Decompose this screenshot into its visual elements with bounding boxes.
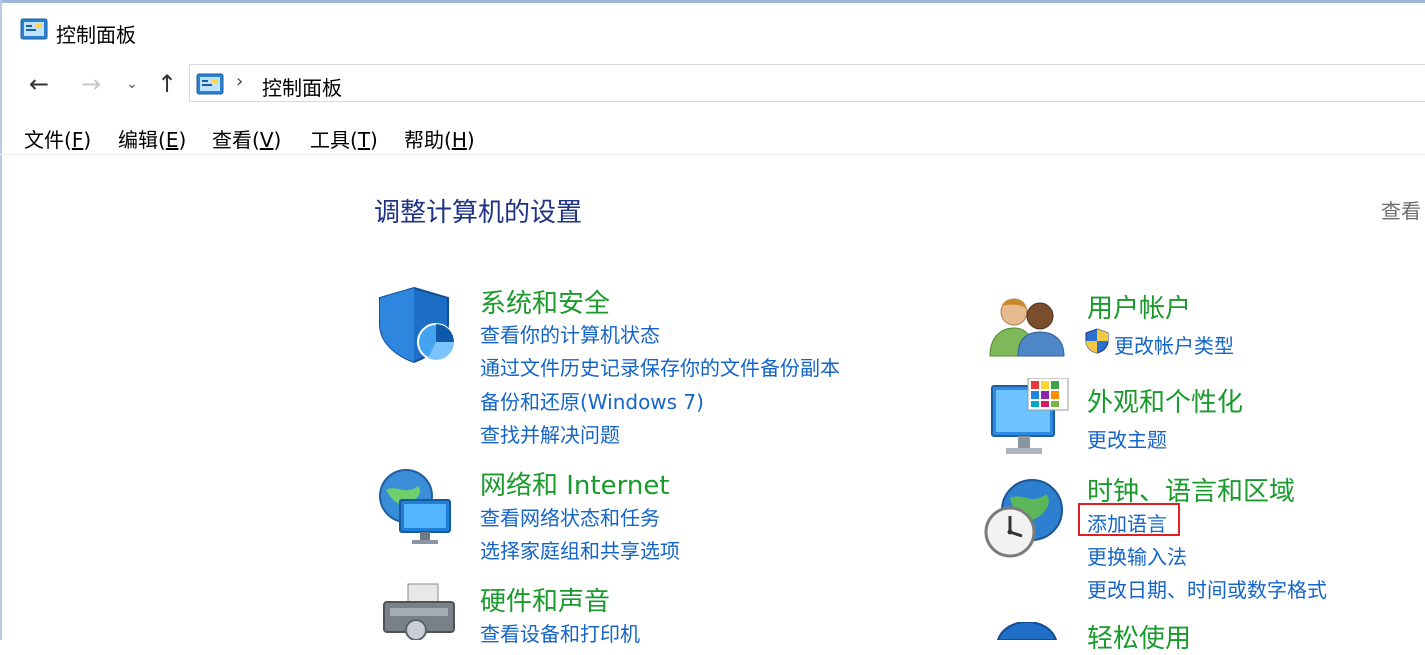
clock-globe-icon[interactable] <box>982 476 1066 558</box>
page-title: 调整计算机的设置 <box>374 198 583 228</box>
arrow-up-icon: ↑ <box>156 70 178 98</box>
view-by-label[interactable]: 查看 <box>1381 195 1421 224</box>
menu-tools[interactable]: 工具(T) <box>310 124 378 153</box>
back-button[interactable]: ← <box>24 70 54 98</box>
control-panel-icon <box>196 73 224 95</box>
recent-locations-button[interactable]: ⌄ <box>122 70 142 98</box>
arrow-right-icon: → <box>80 70 102 98</box>
link-file-history-backup[interactable]: 通过文件历史记录保存你的文件备份副本 <box>480 352 840 381</box>
link-view-computer-status[interactable]: 查看你的计算机状态 <box>480 319 660 348</box>
up-button[interactable]: ↑ <box>153 70 181 98</box>
navigation-bar: ← → ⌄ ↑ › 控制面板 <box>0 62 1425 106</box>
link-change-input-method[interactable]: 更换输入法 <box>1087 541 1187 570</box>
appearance-monitor-icon[interactable] <box>988 378 1070 458</box>
window-frame-top <box>0 0 1425 3</box>
category-network-internet[interactable]: 网络和 Internet <box>480 465 670 502</box>
users-icon[interactable] <box>988 292 1066 358</box>
link-change-date-time-format[interactable]: 更改日期、时间或数字格式 <box>1087 574 1327 603</box>
forward-button[interactable]: → <box>76 70 106 98</box>
menu-edit[interactable]: 编辑(E) <box>118 124 186 153</box>
window-title: 控制面板 <box>56 23 136 47</box>
link-homegroup-sharing[interactable]: 选择家庭组和共享选项 <box>480 535 680 564</box>
control-panel-icon <box>20 18 48 40</box>
shield-icon[interactable] <box>378 284 456 364</box>
category-user-accounts[interactable]: 用户帐户 <box>1087 288 1191 325</box>
link-backup-restore[interactable]: 备份和还原(Windows 7) <box>480 386 704 415</box>
category-appearance[interactable]: 外观和个性化 <box>1087 382 1243 419</box>
breadcrumb-separator-icon[interactable]: › <box>236 71 243 92</box>
link-change-account-type[interactable]: 更改帐户类型 <box>1114 330 1234 359</box>
link-change-theme[interactable]: 更改主题 <box>1087 424 1167 453</box>
uac-shield-icon <box>1085 328 1109 354</box>
chevron-down-icon: ⌄ <box>126 76 138 92</box>
category-ease-of-access[interactable]: 轻松使用 <box>1087 618 1191 655</box>
link-troubleshoot[interactable]: 查找并解决问题 <box>480 419 620 448</box>
printer-icon[interactable] <box>378 582 460 640</box>
menu-bar: 文件(F) 编辑(E) 查看(V) 工具(T) 帮助(H) <box>0 118 1425 155</box>
menu-file[interactable]: 文件(F) <box>24 124 91 153</box>
highlight-box <box>1078 503 1180 536</box>
menu-help[interactable]: 帮助(H) <box>404 124 475 153</box>
title-bar[interactable]: 控制面板 <box>0 4 1425 56</box>
link-network-status[interactable]: 查看网络状态和任务 <box>480 502 660 531</box>
breadcrumb-control-panel[interactable]: 控制面板 <box>262 72 342 101</box>
address-bar[interactable]: › 控制面板 <box>189 64 1425 102</box>
ease-of-access-icon[interactable] <box>996 622 1058 640</box>
category-hardware-sound[interactable]: 硬件和声音 <box>480 581 610 618</box>
category-system-security[interactable]: 系统和安全 <box>480 283 610 320</box>
link-devices-printers[interactable]: 查看设备和打印机 <box>480 618 640 647</box>
menu-view[interactable]: 查看(V) <box>212 124 281 153</box>
arrow-left-icon: ← <box>28 70 50 98</box>
network-globe-icon[interactable] <box>376 466 458 548</box>
